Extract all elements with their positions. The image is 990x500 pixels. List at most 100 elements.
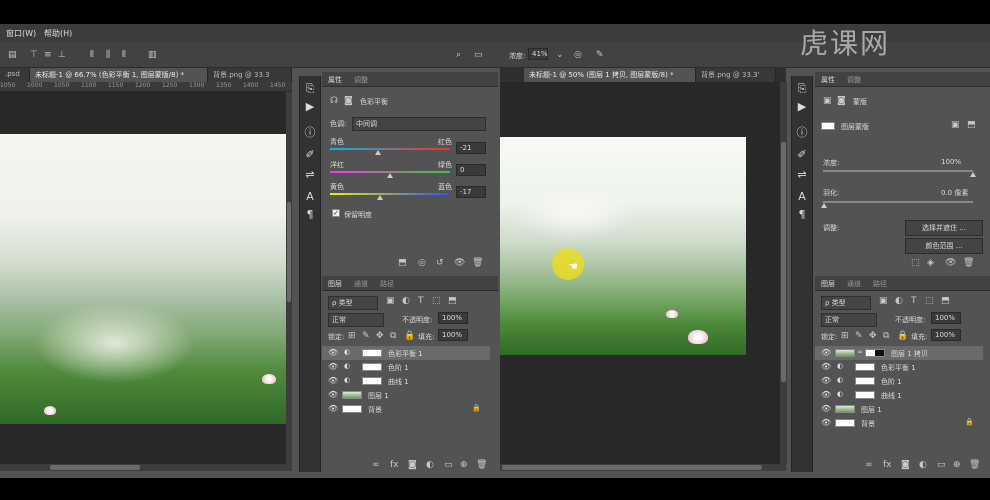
eye-icon[interactable]: 👁 (821, 404, 831, 413)
info-icon[interactable]: ⓘ (300, 124, 320, 140)
menu-window[interactable]: 窗口(W) (6, 28, 36, 39)
blend-mode-select[interactable]: 正常 (821, 313, 877, 327)
density-track[interactable] (823, 170, 973, 172)
filter-type-icon[interactable]: T (911, 296, 917, 306)
reset-icon[interactable]: ↺ (436, 258, 444, 268)
add-mask-icon[interactable]: ◙ (408, 460, 417, 470)
slider-magenta-green-value[interactable]: 0 (456, 164, 486, 176)
tab-layers[interactable]: 图层 (821, 279, 835, 289)
filter-smart-icon[interactable]: ⬒ (941, 296, 950, 306)
new-adjustment-icon[interactable]: ◐ (426, 460, 434, 470)
menu-help[interactable]: 帮助(H) (44, 28, 72, 39)
add-vector-mask-icon[interactable]: ⬒ (967, 120, 976, 130)
select-and-mask-button[interactable]: 选择并遮住 ... (905, 220, 983, 236)
tab-adjustments[interactable]: 调整 (354, 75, 368, 85)
eye-icon[interactable]: 👁 (328, 376, 338, 385)
layer-row[interactable]: 👁 ◐ 曲线 1 (815, 388, 983, 402)
paragraph-icon[interactable]: ¶ (792, 208, 812, 221)
character-icon[interactable]: A (300, 190, 320, 203)
layer-row[interactable]: 👁 背景 🔒 (322, 402, 490, 416)
slider-cyan-red-value[interactable]: -21 (456, 142, 486, 154)
lock-all-icon[interactable]: 🔒 (404, 331, 415, 341)
layer-row[interactable]: 👁 ◐ 色阶 1 (815, 374, 983, 388)
trash-icon[interactable]: 🗑 (472, 258, 483, 268)
doc-tab-psd[interactable]: .psd (0, 68, 30, 82)
slider-yellow-blue-value[interactable]: -17 (456, 186, 486, 198)
mask-thumbnail[interactable] (362, 349, 382, 357)
tab-paths[interactable]: 路径 (873, 279, 887, 289)
vector-mask-icon[interactable]: ◙ (837, 96, 846, 106)
align-top-icon[interactable]: ⊤ (30, 50, 38, 60)
mask-thumbnail[interactable] (855, 377, 875, 385)
feather-track[interactable] (823, 201, 973, 203)
filter-adjust-icon[interactable]: ◐ (402, 296, 410, 306)
eye-icon[interactable]: 👁 (821, 348, 831, 357)
cyan-red-track[interactable] (330, 148, 450, 150)
layer-kind-filter[interactable]: ρ 类型 (328, 296, 378, 310)
mask-thumbnail[interactable] (855, 391, 875, 399)
lock-position-icon[interactable]: ✥ (869, 331, 877, 341)
auto-align-icon[interactable]: ▥ (148, 50, 157, 60)
workspace-icon[interactable]: ▭ (474, 50, 483, 60)
pixel-mask-icon[interactable]: ▣ (951, 120, 960, 130)
link-icon[interactable]: ∞ (372, 460, 380, 470)
new-group-icon[interactable]: ▭ (444, 460, 453, 470)
tab-channels[interactable]: 通道 (847, 279, 861, 289)
lock-all-icon[interactable]: 🔒 (897, 331, 908, 341)
tab-properties[interactable]: 属性 (328, 75, 342, 85)
scroll-thumb[interactable] (50, 465, 140, 470)
history-icon[interactable]: ⎘ (300, 82, 320, 96)
mask-icon[interactable]: ◙ (344, 96, 353, 106)
visibility-eye-icon[interactable]: 👁 (945, 258, 956, 268)
brush-icon[interactable]: ✐ (792, 148, 812, 161)
doc-tab-background[interactable]: 背景.png @ 33.3' (696, 68, 776, 82)
character-icon[interactable]: A (792, 190, 812, 203)
filter-shape-icon[interactable]: ⬚ (925, 296, 934, 306)
left-horizontal-scrollbar[interactable] (0, 464, 292, 471)
mask-thumbnail[interactable] (865, 349, 885, 357)
filter-smart-icon[interactable]: ⬒ (448, 296, 457, 306)
layer-kind-filter[interactable]: ρ 类型 (821, 296, 871, 310)
layer-row[interactable]: 👁 图层 1 (815, 402, 983, 416)
eye-icon[interactable]: 👁 (821, 390, 831, 399)
doc-tab-untitled[interactable]: 未标题-1 @ 50% (图层 1 拷贝, 图层蒙版/8) * (524, 68, 696, 82)
left-document-image[interactable] (0, 134, 286, 424)
eye-icon[interactable]: 👁 (821, 376, 831, 385)
left-vertical-scrollbar[interactable] (286, 92, 292, 464)
layer-row[interactable]: 👁 图层 1 (322, 388, 490, 402)
trash-icon[interactable]: 🗑 (969, 460, 980, 470)
paragraph-icon[interactable]: ¶ (300, 208, 320, 221)
lock-pixels-icon[interactable]: ✎ (362, 331, 370, 341)
history-icon[interactable]: ⎘ (792, 82, 812, 96)
eye-icon[interactable]: 👁 (821, 362, 831, 371)
blend-mode-select[interactable]: 正常 (328, 313, 384, 327)
filter-type-icon[interactable]: T (418, 296, 424, 306)
eye-icon[interactable]: 👁 (821, 418, 831, 427)
layer-row[interactable]: 👁 ∞ 图层 1 拷贝 (815, 346, 983, 360)
color-range-button[interactable]: 颜色范围 ... (905, 238, 983, 254)
distribute-center-icon[interactable]: ⫼ (106, 50, 110, 60)
lock-position-icon[interactable]: ✥ (376, 331, 384, 341)
scroll-thumb[interactable] (502, 465, 762, 470)
right-vertical-scrollbar[interactable] (780, 82, 787, 464)
density-value[interactable]: 100% (941, 158, 961, 166)
yellow-blue-knob[interactable] (377, 195, 384, 200)
view-previous-icon[interactable]: ◎ (418, 258, 426, 268)
filter-pixel-icon[interactable]: ▣ (879, 296, 888, 306)
eye-icon[interactable]: 👁 (328, 404, 338, 413)
feather-value[interactable]: 0.0 像素 (941, 188, 968, 198)
distribute-left-icon[interactable]: ⫴ (90, 50, 94, 60)
layer-row[interactable]: 👁 ◐ 色阶 1 (322, 360, 490, 374)
fx-icon[interactable]: fx (883, 460, 892, 470)
trash-icon[interactable]: 🗑 (963, 258, 974, 268)
preserve-checkbox[interactable]: ✓ (332, 209, 340, 217)
clip-icon[interactable]: ⬒ (398, 258, 407, 268)
airbrush-icon[interactable]: ◎ (574, 50, 582, 60)
scroll-thumb[interactable] (287, 202, 291, 302)
magenta-green-knob[interactable] (387, 173, 393, 178)
fill-field[interactable]: 100% (931, 329, 961, 341)
search-icon[interactable]: ⌕ (456, 50, 461, 60)
lock-transparent-icon[interactable]: ⊞ (841, 331, 849, 341)
mask-thumbnail[interactable] (855, 363, 875, 371)
tab-layers[interactable]: 图层 (328, 279, 342, 289)
